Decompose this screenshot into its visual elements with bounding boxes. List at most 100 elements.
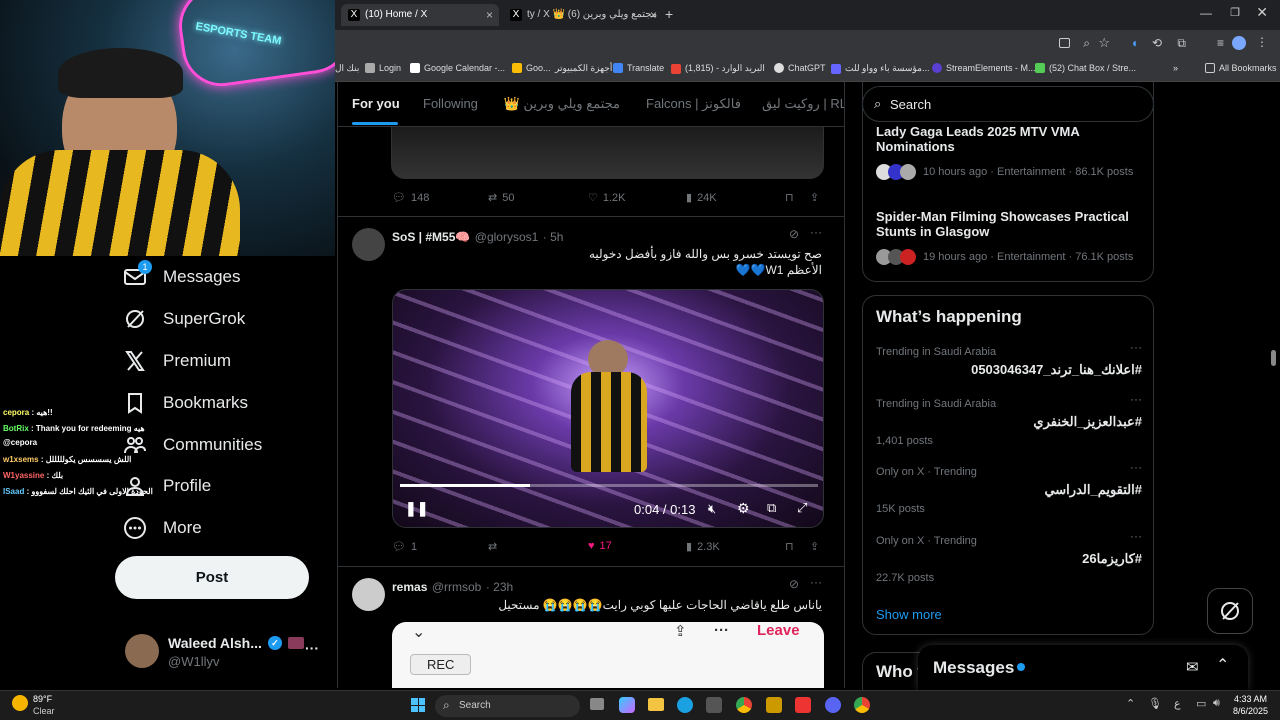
like-button[interactable]: ♡ 1.2K xyxy=(588,191,626,205)
views-button[interactable]: ▮ 2.3K xyxy=(686,540,720,554)
bookmark-item[interactable]: Translate xyxy=(613,63,664,73)
author-name[interactable]: SoS | #M55🧠 xyxy=(392,230,470,244)
bookmark-item[interactable]: بنك ال xyxy=(335,63,359,74)
star-icon[interactable]: ☆ xyxy=(1098,35,1110,51)
trend-more-icon[interactable]: ··· xyxy=(1130,460,1142,474)
bookmark-item[interactable]: Google Calendar -... xyxy=(410,63,505,73)
nav-profile[interactable]: Profile xyxy=(123,471,211,501)
chrome-active-icon[interactable] xyxy=(854,697,870,713)
network-icon[interactable]: ▭ xyxy=(1196,697,1206,710)
pause-icon[interactable]: ❚❚ xyxy=(405,500,428,517)
account-more-icon[interactable]: ··· xyxy=(305,640,319,656)
clock-date[interactable]: 8/6/2025 xyxy=(1233,706,1268,716)
views-button[interactable]: ▮ 24K xyxy=(686,191,717,205)
nav-messages[interactable]: 1 Messages xyxy=(123,260,240,292)
author-handle[interactable]: @glorysos1 xyxy=(475,230,539,244)
trend-more-icon[interactable]: ··· xyxy=(1130,392,1142,406)
trend-item[interactable]: Trending in Saudi Arabia ··· #عبدالعزيز_… xyxy=(876,392,1142,448)
post-media[interactable] xyxy=(391,122,824,179)
close-tab-icon[interactable]: × xyxy=(650,4,657,26)
video-scrubber[interactable] xyxy=(400,484,818,487)
expand-icon[interactable]: ⌃ xyxy=(1216,655,1229,675)
chrome-icon[interactable] xyxy=(736,697,752,713)
account-switcher[interactable]: Waleed Alsh... ✓ @W1llyv ··· xyxy=(123,630,333,672)
avatar[interactable] xyxy=(352,578,385,611)
messages-drawer[interactable]: Messages ✉ ⌃ xyxy=(918,645,1248,690)
new-message-icon[interactable]: ✉ xyxy=(1186,658,1199,676)
trend-item[interactable]: Only on X · Trending ··· #التقويم_الدراس… xyxy=(876,460,1142,516)
trend-item[interactable]: Only on X · Trending ··· #كاريزما26 22.7… xyxy=(876,529,1142,585)
nav-communities[interactable]: Communities xyxy=(123,430,262,460)
trend-item[interactable]: Trending in Saudi Arabia ··· #اعلانك_هنا… xyxy=(876,340,1142,384)
discord-icon[interactable] xyxy=(825,697,841,713)
news-item[interactable]: Lady Gaga Leads 2025 MTV VMA Nominations… xyxy=(876,124,1146,180)
weather-temp[interactable]: 89°F xyxy=(33,694,52,704)
browser-tab-community[interactable]: X ty / X 👑 مجتمع ويلي وبرين (6) × xyxy=(503,4,663,26)
browser-tab-home[interactable]: X (10) Home / X × xyxy=(341,4,499,26)
share-icon[interactable]: ⇪ xyxy=(810,191,819,204)
trend-more-icon[interactable]: ··· xyxy=(1130,529,1142,543)
all-bookmarks[interactable]: All Bookmarks xyxy=(1205,63,1277,73)
tray-expand-icon[interactable]: ⌃ xyxy=(1126,697,1135,710)
fullscreen-icon[interactable]: ⤢ xyxy=(797,500,807,516)
more-bookmarks-icon[interactable]: » xyxy=(1173,63,1178,73)
weather-sun-icon[interactable] xyxy=(12,695,28,711)
bookmark-item[interactable]: (52) Chat Box / Stre... xyxy=(1035,63,1136,73)
repost-button[interactable]: ⇄ xyxy=(488,540,502,553)
language-indicator[interactable]: ع xyxy=(1174,697,1181,710)
bookmark-item[interactable]: Goo... xyxy=(512,63,551,73)
page-scrollbar[interactable] xyxy=(1271,350,1276,366)
nav-more[interactable]: More xyxy=(123,513,202,543)
search-input[interactable]: ⌕ Search xyxy=(862,86,1154,122)
edge-icon[interactable] xyxy=(677,697,693,713)
bookmark-item[interactable]: أجهزة الكمبيوتر xyxy=(555,63,612,74)
task-view-icon[interactable] xyxy=(590,698,604,710)
repost-button[interactable]: ⇄ 50 xyxy=(488,191,514,205)
tab-falcons[interactable]: Falcons | فالكونز xyxy=(646,96,741,112)
mute-icon[interactable]: 🔇︎ xyxy=(708,501,716,517)
grok-floating-button[interactable] xyxy=(1207,588,1253,634)
extension-icon[interactable]: ◖ xyxy=(1131,36,1138,50)
file-explorer-icon[interactable] xyxy=(648,698,664,711)
restore-icon[interactable]: ❐ xyxy=(1230,6,1240,19)
zoom-icon[interactable]: ⌕ xyxy=(1083,36,1090,51)
post-time[interactable]: · 23h xyxy=(486,580,513,594)
post-more-icon[interactable]: ··· xyxy=(810,225,822,239)
reply-button[interactable]: 💬︎ 1 xyxy=(392,540,417,554)
bookmark-item[interactable]: ChatGPT xyxy=(774,63,826,73)
new-tab-button[interactable]: + xyxy=(665,6,673,22)
post-time[interactable]: · 5h xyxy=(543,230,564,244)
extensions-puzzle-icon[interactable]: ⧉ xyxy=(1177,36,1186,51)
author-name[interactable]: remas xyxy=(392,580,427,594)
windows-start-icon[interactable] xyxy=(411,698,425,712)
media-icon[interactable]: ≡ xyxy=(1217,36,1224,50)
show-more-link[interactable]: Show more xyxy=(876,607,942,622)
cast-icon[interactable] xyxy=(1059,38,1070,48)
app-icon[interactable] xyxy=(795,697,811,713)
like-button[interactable]: ♥ 17 xyxy=(588,540,612,552)
nav-premium[interactable]: Premium xyxy=(123,346,231,376)
clock-time[interactable]: 4:33 AM xyxy=(1233,694,1267,704)
share-icon[interactable]: ⇪ xyxy=(810,540,819,553)
bookmark-post-icon[interactable]: ⊓ xyxy=(785,540,794,553)
bookmark-item[interactable]: StreamElements - M... xyxy=(932,63,1036,73)
tab-community[interactable]: مجتمع ويلي وبرين 👑 xyxy=(504,96,620,112)
post-media[interactable]: ⌄ ⇪ ··· Leave REC xyxy=(392,622,824,688)
author-handle[interactable]: @rrmsob xyxy=(432,580,482,594)
post-more-icon[interactable]: ··· xyxy=(810,575,822,589)
nav-supergrok[interactable]: SuperGrok xyxy=(123,304,245,334)
tab-for-you[interactable]: For you xyxy=(352,96,400,111)
pip-icon[interactable]: ⧉ xyxy=(767,500,776,516)
grok-post-icon[interactable]: ⊘ xyxy=(789,227,799,241)
close-window-icon[interactable]: ✕ xyxy=(1256,4,1268,21)
tab-rocket-league[interactable]: روكيت ليق | RL xyxy=(762,96,844,112)
bookmark-item[interactable]: Login xyxy=(365,63,401,73)
reply-button[interactable]: 💬︎ 148 xyxy=(392,191,429,205)
microphone-icon[interactable]: 🎙︎ xyxy=(1148,697,1162,710)
video-player[interactable]: ❚❚ 0:04 / 0:13 🔇︎ ⚙ ⧉ ⤢ xyxy=(392,289,824,528)
trend-more-icon[interactable]: ··· xyxy=(1130,340,1142,354)
bookmark-item[interactable]: البريد الوارد - (1,815) xyxy=(671,63,765,74)
grok-post-icon[interactable]: ⊘ xyxy=(789,577,799,591)
post-button[interactable]: Post xyxy=(115,556,309,599)
nav-bookmarks[interactable]: Bookmarks xyxy=(123,388,248,418)
